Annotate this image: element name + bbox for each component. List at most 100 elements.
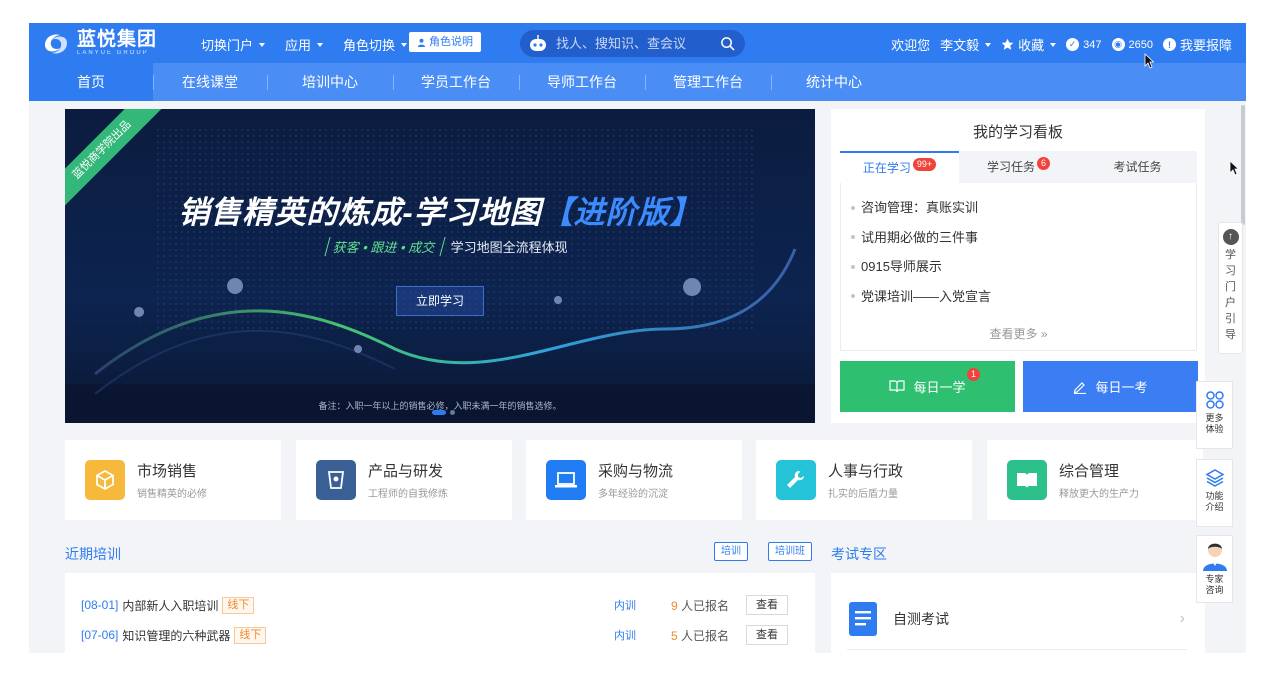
category-hr-admin[interactable]: 人事与行政扎实的后盾力量: [756, 440, 972, 520]
view-more-link[interactable]: 查看更多 »: [841, 325, 1196, 342]
favorites-menu[interactable]: 收藏: [1001, 35, 1057, 54]
category-name: 综合管理: [1059, 463, 1120, 480]
banner-title: 销售精英的炼成-学习地图【进阶版】: [65, 187, 815, 232]
search-input[interactable]: [556, 36, 706, 51]
category-desc: 多年经验的沉淀: [598, 489, 668, 500]
training-name[interactable]: 知识管理的六种武器: [122, 627, 230, 644]
search-icon[interactable]: [720, 36, 735, 51]
nav-training-center[interactable]: 培训中心: [267, 63, 393, 101]
tab-badge: 6: [1037, 157, 1051, 170]
laptop-icon: [546, 460, 586, 500]
chevron-down-icon: [401, 42, 408, 47]
portal-guide-button[interactable]: ↑ 学习门户引导: [1218, 222, 1243, 354]
filter-training[interactable]: 培训: [714, 542, 748, 561]
report-issue-link[interactable]: ! 我要报障: [1162, 35, 1232, 54]
list-item[interactable]: 试用期必做的三件事: [851, 223, 991, 253]
category-purchasing[interactable]: 采购与物流 多年经验的沉淀: [526, 440, 742, 520]
view-count-value: 2650: [1128, 38, 1153, 51]
more-experience-button[interactable]: 更多体验: [1196, 381, 1233, 449]
list-item[interactable]: 咨询管理：真账实训: [851, 193, 991, 223]
enrolled-label: 人已报名: [681, 598, 730, 613]
banner-tagline: 获客 • 跟进 • 成交: [324, 237, 446, 256]
menu-apps[interactable]: 应用: [285, 35, 324, 54]
category-desc: 扎实的后盾力量: [828, 489, 898, 500]
table-row[interactable]: [07-06] 知识管理的六种武器 线下 内训 5 人已报名 查看: [81, 624, 791, 646]
board-content: 咨询管理：真账实训 试用期必做的三件事 0915导师展示 党课培训——入党宣言 …: [840, 183, 1197, 351]
category-marketing[interactable]: 市场销售 销售精英的必修: [65, 440, 281, 520]
view-button[interactable]: 查看: [746, 595, 788, 615]
exam-zone: 自测考试 ›: [831, 573, 1205, 653]
training-mode-badge: 线下: [234, 626, 267, 644]
chevron-down-icon: [985, 42, 992, 47]
alert-icon: !: [1162, 38, 1176, 51]
daily-learn-badge: 1: [967, 368, 981, 381]
grid-icon: [1205, 391, 1224, 409]
tab-badge: 99+: [912, 158, 937, 171]
nav-admin-workbench[interactable]: 管理工作台: [645, 63, 771, 101]
banner-subtitle-text: 学习地图全流程体现: [450, 240, 568, 255]
scrollbar[interactable]: [1240, 101, 1246, 653]
training-mode-badge: 线下: [222, 596, 255, 614]
banner-title-highlight: 【进阶版】: [541, 195, 702, 230]
carousel-dots: [432, 410, 455, 415]
role-description-button[interactable]: 角色说明: [409, 32, 481, 52]
layers-icon: [1204, 469, 1225, 487]
hero-banner[interactable]: 蓝悦商学院出品 销售精英的炼成-学习地图【进阶版】 获客 • 跟进 • 成交 学…: [65, 109, 815, 423]
self-test-exam[interactable]: 自测考试 ›: [847, 594, 1187, 650]
nav-statistics[interactable]: 统计中心: [771, 63, 897, 101]
training-type: 内训: [614, 600, 636, 612]
category-desc: 销售精英的必修: [137, 489, 207, 500]
menu-label: 切换门户: [201, 38, 254, 53]
training-type: 内训: [614, 630, 636, 642]
nav-home[interactable]: 首页: [29, 63, 153, 101]
view-button[interactable]: 查看: [746, 625, 788, 645]
menu-switch-portal[interactable]: 切换门户: [201, 35, 266, 54]
enrolled-count: 5: [671, 628, 678, 643]
logo[interactable]: 蓝悦集团 LANYUE GROUP: [41, 30, 157, 57]
table-row[interactable]: [08-01] 内部新人入职培训 线下 内训 9 人已报名 查看: [81, 594, 791, 616]
document-icon: [849, 601, 877, 636]
tab-label: 学习任务: [986, 160, 1035, 174]
banner-title-main: 销售精英的炼成-学习地图: [178, 195, 542, 230]
view-count[interactable]: ◉ 2650: [1111, 38, 1153, 51]
logo-subname: LANYUE GROUP: [77, 50, 149, 56]
list-item[interactable]: 党课培训——入党宣言: [851, 282, 991, 312]
check-count[interactable]: ✓ 347: [1066, 38, 1102, 51]
daily-exam-button[interactable]: 每日一考: [1023, 361, 1198, 412]
book-icon: [1007, 460, 1047, 500]
menu-role-switch[interactable]: 角色切换: [343, 35, 408, 54]
exam-name: 自测考试: [893, 610, 949, 627]
carousel-dot-active[interactable]: [432, 410, 446, 415]
list-item[interactable]: 0915导师展示: [851, 252, 991, 282]
scrollbar-thumb[interactable]: [1241, 105, 1245, 225]
expert-consult-label: 专家咨询: [1205, 574, 1224, 595]
role-tag-label: 角色说明: [429, 36, 473, 48]
category-general-management[interactable]: 综合管理 释放更大的生产力: [987, 440, 1203, 520]
training-date: [07-06]: [81, 628, 119, 642]
learning-board: 我的学习看板 正在学习 99+ 学习任务 6 考试任务 咨询管理：真账实训 试用期必…: [831, 109, 1205, 423]
tab-learning[interactable]: 正在学习 99+: [840, 151, 959, 183]
carousel-dot[interactable]: [450, 410, 455, 415]
daily-learn-button[interactable]: 每日一学 1: [840, 361, 1015, 412]
nav-mentor-workbench[interactable]: 导师工作台: [519, 63, 645, 101]
training-name[interactable]: 内部新人入职培训: [122, 597, 218, 614]
start-learning-button[interactable]: 立即学习: [396, 286, 484, 316]
book-open-icon: [889, 380, 906, 393]
enrolled-label: 人已报名: [681, 628, 730, 643]
tab-learning-tasks[interactable]: 学习任务 6: [959, 151, 1078, 183]
user-menu[interactable]: 李文毅: [940, 35, 992, 54]
recent-training-title: 近期培训: [65, 546, 121, 562]
expert-consult-button[interactable]: 专家咨询: [1196, 535, 1233, 603]
category-product-rd[interactable]: 产品与研发 工程师的自我修炼: [296, 440, 512, 520]
tab-exam-tasks[interactable]: 考试任务: [1078, 151, 1197, 183]
feature-intro-button[interactable]: 功能介绍: [1196, 459, 1233, 527]
menu-label: 角色切换: [343, 38, 396, 53]
category-name: 人事与行政: [828, 463, 904, 480]
category-desc: 工程师的自我修炼: [368, 489, 448, 500]
nav-online-classroom[interactable]: 在线课堂: [153, 63, 267, 101]
cup-icon: [316, 460, 356, 500]
nav-student-workbench[interactable]: 学员工作台: [393, 63, 519, 101]
favorites-label: 收藏: [1018, 38, 1045, 53]
filter-training-class[interactable]: 培训班: [768, 542, 812, 561]
robot-icon: [530, 34, 546, 51]
